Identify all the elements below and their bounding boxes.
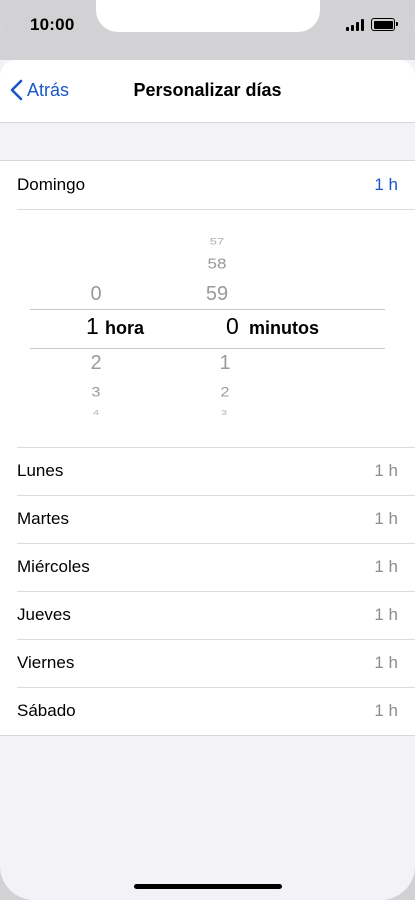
minutes-unit: minutos [249,318,319,338]
day-row-saturday[interactable]: Sábado 1 h [0,687,415,735]
battery-icon [371,18,398,31]
phone-frame: 10:00 Atrás Personalizar días Domingo 1 … [0,0,415,900]
day-label: Domingo [17,175,86,194]
hours-option: 2 [90,352,102,374]
day-row-sunday[interactable]: Domingo 1 h [0,161,415,209]
day-value: 1 h [374,557,398,576]
minutes-option: 1 [219,352,231,374]
page-title: Personalizar días [133,80,282,100]
minutes-option: 57 [209,236,225,247]
days-list: Domingo 1 h 0 1 hora 2 3 4 57 58 59 0 mi… [0,160,415,736]
status-icons [346,18,398,31]
day-value: 1 h [374,605,398,624]
picker-selection-band [30,309,385,349]
day-label: Lunes [17,461,64,480]
day-label: Miércoles [17,557,90,576]
day-value: 1 h [374,701,398,720]
hours-option: 0 [90,283,102,305]
minutes-option: 59 [205,283,229,305]
day-row-monday[interactable]: Lunes 1 h [0,447,415,495]
status-time: 10:00 [30,15,75,34]
hours-option: 3 [91,385,101,400]
day-row-tuesday[interactable]: Martes 1 h [0,495,415,543]
notch [96,0,320,32]
status-bar: 10:00 [0,0,415,60]
minutes-option: 3 [220,408,228,418]
hours-unit: hora [105,318,145,338]
hours-option: 4 [92,408,100,418]
screen: 10:00 Atrás Personalizar días Domingo 1 … [0,0,415,900]
day-row-thursday[interactable]: Jueves 1 h [0,591,415,639]
day-label: Jueves [17,605,71,624]
cellular-signal-icon [346,18,364,31]
minutes-option: 58 [207,255,227,272]
day-value: 1 h [374,461,398,480]
minutes-selected: 0 [226,313,239,339]
day-label: Viernes [17,653,75,672]
day-value: 1 h [374,653,398,672]
day-value: 1 h [374,509,398,528]
day-label: Martes [17,509,69,528]
day-row-friday[interactable]: Viernes 1 h [0,639,415,687]
hours-selected: 1 [86,313,99,339]
duration-picker[interactable]: 0 1 hora 2 3 4 57 58 59 0 minutos 1 2 3 [0,209,415,447]
day-label: Sábado [17,701,76,720]
home-indicator[interactable] [134,884,282,889]
day-value: 1 h [374,175,398,194]
day-row-wednesday[interactable]: Miércoles 1 h [0,543,415,591]
navigation-bar: Atrás Personalizar días [0,60,415,123]
minutes-option: 2 [220,385,230,400]
